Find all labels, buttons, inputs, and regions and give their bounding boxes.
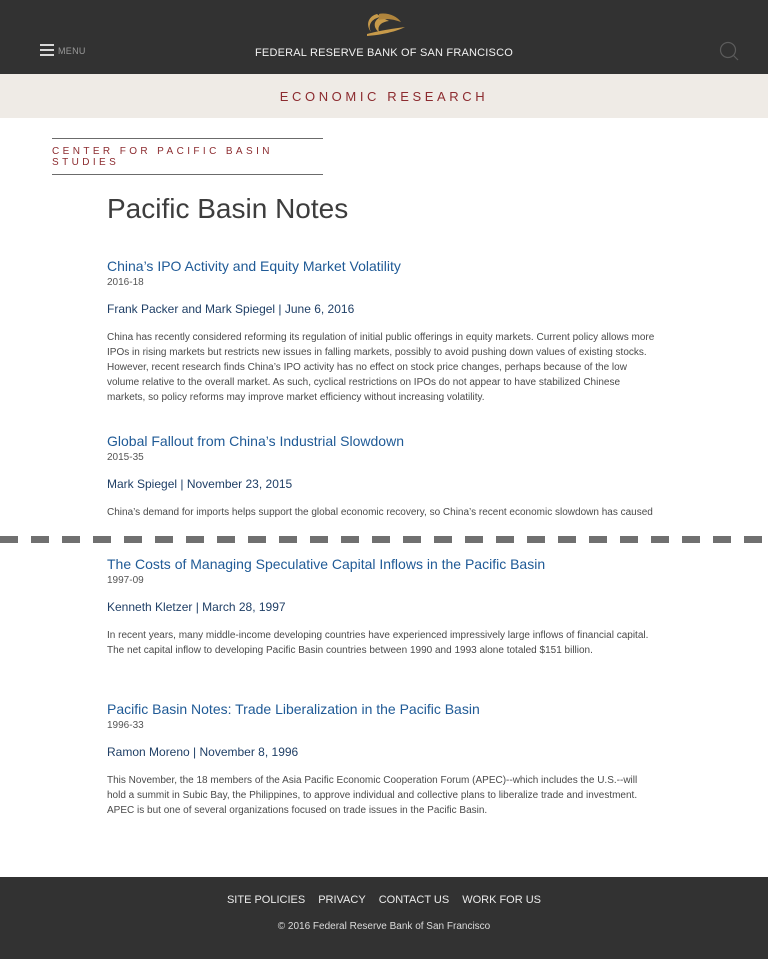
copyright-text: © 2016 Federal Reserve Bank of San Franc… <box>277 921 491 932</box>
article-byline: Ramon Moreno | November 8, 1996 <box>107 745 299 759</box>
center-heading: CENTER FOR PACIFIC BASIN STUDIES <box>52 138 323 175</box>
article-id: 2016-18 <box>107 277 144 288</box>
fed-eagle-logo-icon[interactable] <box>361 10 407 42</box>
article-summary: This November, the 18 members of the Asi… <box>107 775 638 816</box>
article-byline: Kenneth Kletzer | March 28, 1997 <box>107 600 286 614</box>
section-title[interactable]: ECONOMIC RESEARCH <box>280 89 489 104</box>
article-byline: Mark Spiegel | November 23, 2015 <box>107 477 293 491</box>
footer-link-work-for-us[interactable]: WORK FOR US <box>462 894 541 906</box>
screenshot-break-divider <box>0 536 768 543</box>
article-summary: China’s demand for imports helps support… <box>107 507 653 518</box>
top-navigation-bar: MENU FEDERAL RESERVE BANK OF SAN FRANCIS… <box>0 0 768 74</box>
footer-nav: SITE POLICIES PRIVACY CONTACT US WORK FO… <box>0 894 768 906</box>
site-footer: SITE POLICIES PRIVACY CONTACT US WORK FO… <box>0 877 768 959</box>
article-id: 2015-35 <box>107 452 144 463</box>
footer-link-privacy[interactable]: PRIVACY <box>318 894 365 906</box>
list-item: The Costs of Managing Speculative Capita… <box>107 556 655 658</box>
list-item: China’s IPO Activity and Equity Market V… <box>107 258 655 405</box>
section-banner: ECONOMIC RESEARCH <box>0 74 768 118</box>
article-title-link[interactable]: Pacific Basin Notes: Trade Liberalizatio… <box>107 701 655 717</box>
article-summary: China has recently considered reforming … <box>107 332 655 403</box>
article-byline: Frank Packer and Mark Spiegel | June 6, … <box>107 302 355 316</box>
article-id: 1996-33 <box>107 720 144 731</box>
site-title[interactable]: FEDERAL RESERVE BANK OF SAN FRANCISCO <box>0 47 768 59</box>
article-id: 1997-09 <box>107 575 144 586</box>
center-title[interactable]: CENTER FOR PACIFIC BASIN STUDIES <box>52 146 323 168</box>
page-title: Pacific Basin Notes <box>107 193 349 224</box>
list-item: Pacific Basin Notes: Trade Liberalizatio… <box>107 701 655 818</box>
article-summary: In recent years, many middle-income deve… <box>107 630 649 656</box>
list-item: Global Fallout from China’s Industrial S… <box>107 433 655 521</box>
footer-link-contact-us[interactable]: CONTACT US <box>379 894 450 906</box>
article-title-link[interactable]: Global Fallout from China’s Industrial S… <box>107 433 655 449</box>
article-title-link[interactable]: The Costs of Managing Speculative Capita… <box>107 556 655 572</box>
article-title-link[interactable]: China’s IPO Activity and Equity Market V… <box>107 258 655 274</box>
footer-link-site-policies[interactable]: SITE POLICIES <box>227 894 305 906</box>
search-icon[interactable] <box>718 40 740 62</box>
